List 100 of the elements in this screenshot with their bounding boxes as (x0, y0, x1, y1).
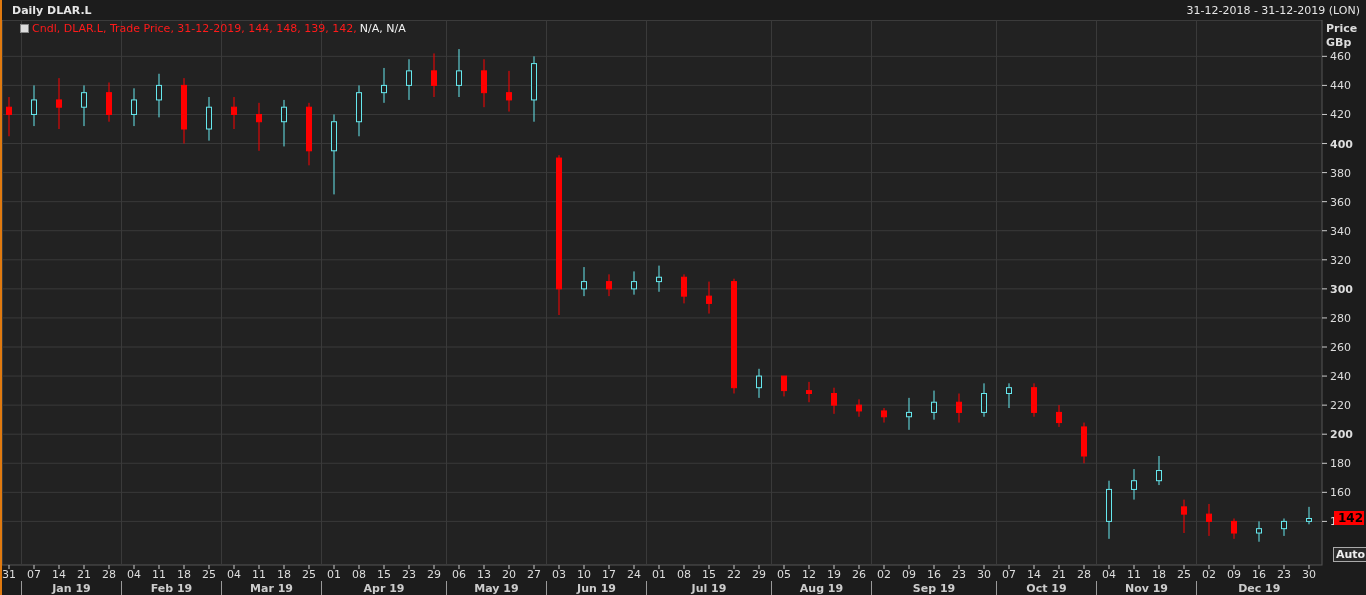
month-label: Feb 19 (150, 582, 193, 595)
candlestick (631, 270, 637, 296)
axis-label: 22 (727, 568, 741, 581)
chart-title: Daily DLAR.L (12, 3, 92, 17)
axis-label: 260 (1330, 341, 1351, 354)
candlestick (356, 84, 362, 137)
axis-label: 23 (952, 568, 966, 581)
axis-label: 20 (502, 568, 516, 581)
month-label: Nov 19 (1124, 582, 1169, 595)
axis-label: 160 (1330, 486, 1351, 500)
axis-label: 07 (1002, 568, 1016, 581)
axis-label: 26 (852, 568, 866, 581)
axis-label: 15 (377, 568, 391, 581)
axis-label: 200 (1330, 428, 1353, 442)
month-label: May 19 (474, 582, 519, 595)
axis-title: GBp (1326, 36, 1352, 49)
axis-label: 30 (977, 568, 991, 581)
axis-label: 21 (1052, 568, 1066, 581)
date-range: 31-12-2018 - 31-12-2019 (LON) (1186, 3, 1360, 17)
axis-label: 220 (1330, 399, 1351, 413)
auto-button[interactable]: Auto (1333, 547, 1366, 562)
axis-label: 11 (152, 568, 166, 581)
axis-label: 28 (102, 568, 116, 581)
candlestick (206, 96, 212, 142)
candlestick (406, 58, 412, 101)
axis-label: 280 (1330, 311, 1351, 325)
axis-label: 01 (327, 568, 341, 581)
candlestick (81, 84, 87, 127)
axis-label: 18 (1152, 568, 1166, 581)
candlestick (31, 84, 37, 127)
axis-label: 420 (1330, 108, 1351, 122)
candlestick (56, 77, 62, 130)
axis-label: 01 (652, 568, 666, 581)
month-label: Apr 19 (363, 582, 405, 595)
candlestick (6, 96, 12, 137)
axis-label: 11 (1127, 568, 1141, 581)
candlestick (231, 96, 237, 130)
candlestick (606, 273, 612, 297)
axis-label: 27 (527, 568, 541, 581)
axis-label: 380 (1330, 166, 1351, 180)
legend-icon (20, 24, 29, 33)
axis-label: 17 (602, 568, 616, 581)
candlestick (881, 407, 887, 424)
candlestick (1131, 468, 1137, 501)
month-label: Jan 19 (52, 582, 91, 595)
axis-label: 13 (477, 568, 491, 581)
axis-label: 180 (1330, 457, 1351, 471)
candlestick (306, 102, 312, 166)
candlestick (781, 375, 787, 397)
axis-label: 11 (252, 568, 266, 581)
axis-label: 04 (1102, 568, 1116, 581)
candlestick (431, 52, 437, 98)
candlestick (1106, 480, 1112, 540)
axis-label: 18 (177, 568, 191, 581)
candlestick (956, 393, 962, 424)
month-label: Aug 19 (799, 582, 844, 595)
axis-label: 440 (1330, 79, 1351, 93)
candlestick (1306, 506, 1312, 525)
candlestick (531, 55, 537, 123)
axis-label: 09 (1227, 568, 1241, 581)
candlestick (1206, 503, 1212, 537)
axis-label: 240 (1330, 370, 1351, 384)
axis-label: 08 (677, 568, 691, 581)
candlestick (581, 266, 587, 297)
legend-text: N/A, N/A (359, 22, 406, 35)
axis-label: 04 (227, 568, 241, 581)
candlestick (756, 368, 762, 399)
axis-label: 09 (902, 568, 916, 581)
axis-label: 360 (1330, 195, 1351, 209)
axis-label: 23 (402, 568, 416, 581)
candlestick (831, 387, 837, 415)
axis-label: 21 (77, 568, 91, 581)
axis-label: 300 (1330, 282, 1353, 296)
axis-label: 25 (1177, 568, 1191, 581)
axis-label: 16 (927, 568, 941, 581)
candlestick (506, 70, 512, 113)
candlestick (656, 265, 662, 293)
axis-label: 400 (1330, 137, 1353, 151)
axis-label: 320 (1330, 253, 1351, 267)
candlestick (106, 82, 112, 123)
axis-label: 15 (702, 568, 716, 581)
candlestick (156, 73, 162, 118)
candlestick (1006, 382, 1012, 409)
axis-label: 04 (127, 568, 141, 581)
candlestick (1031, 382, 1037, 418)
axis-label: 31 (2, 568, 16, 581)
candlestick (1156, 455, 1162, 486)
axis-label: 23 (1277, 568, 1291, 581)
axis-title: Price (1326, 22, 1358, 35)
candlestick (1231, 518, 1237, 540)
axis-label: 19 (827, 568, 841, 581)
axis-label: 07 (27, 568, 41, 581)
axis-label: 03 (552, 568, 566, 581)
axis-label: 25 (202, 568, 216, 581)
last-price-tag: 142 (1334, 511, 1364, 526)
candlestick (381, 67, 387, 104)
candlestick (806, 381, 812, 403)
candlestick (981, 382, 987, 418)
candlestick (181, 77, 187, 145)
candlestick (1081, 422, 1087, 464)
